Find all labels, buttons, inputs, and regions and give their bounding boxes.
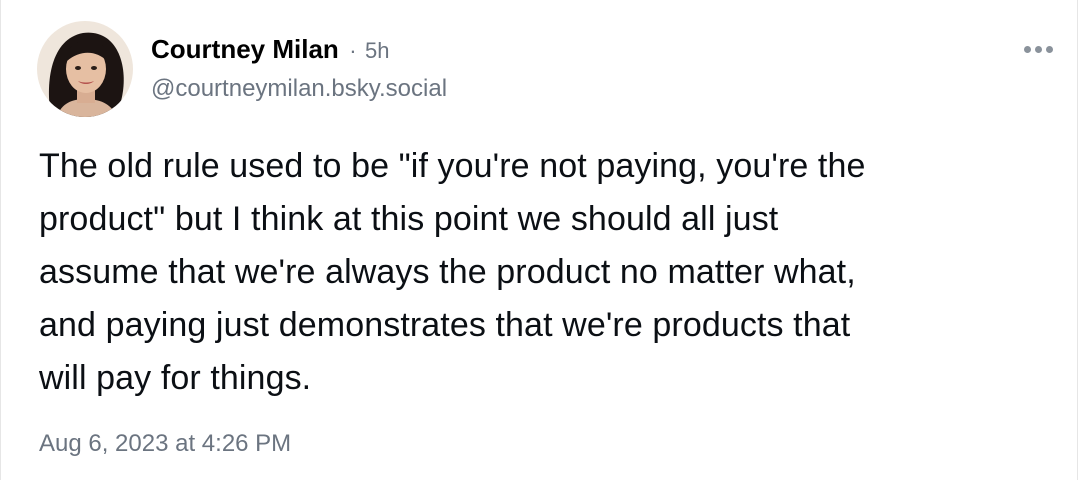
avatar-image (37, 21, 133, 117)
avatar[interactable] (37, 21, 133, 117)
post-timestamp: Aug 6, 2023 at 4:26 PM (39, 430, 292, 457)
post-text-line: will pay for things. (39, 359, 312, 397)
separator-dot: · (349, 38, 357, 63)
post-text: The old rule used to be "if you're not p… (39, 140, 1039, 405)
more-options-button[interactable] (1017, 36, 1059, 62)
post-text-line: The old rule used to be "if you're not p… (39, 147, 866, 185)
author-handle[interactable]: @courtneymilan.bsky.social (151, 75, 447, 103)
post-header: Courtney Milan · 5h (151, 34, 390, 65)
author-display-name[interactable]: Courtney Milan (151, 34, 339, 64)
post-text-line: and paying just demonstrates that we're … (39, 306, 851, 344)
post-text-line: assume that we're always the product no … (39, 253, 856, 291)
relative-time[interactable]: 5h (365, 38, 389, 63)
more-horizontal-icon-dot (1034, 45, 1042, 53)
more-horizontal-icon-dot (1045, 45, 1053, 53)
post-card: Courtney Milan · 5h @courtneymilan.bsky.… (0, 0, 1078, 480)
post-text-line: product" but I think at this point we sh… (39, 200, 779, 238)
more-horizontal-icon (1023, 45, 1031, 53)
